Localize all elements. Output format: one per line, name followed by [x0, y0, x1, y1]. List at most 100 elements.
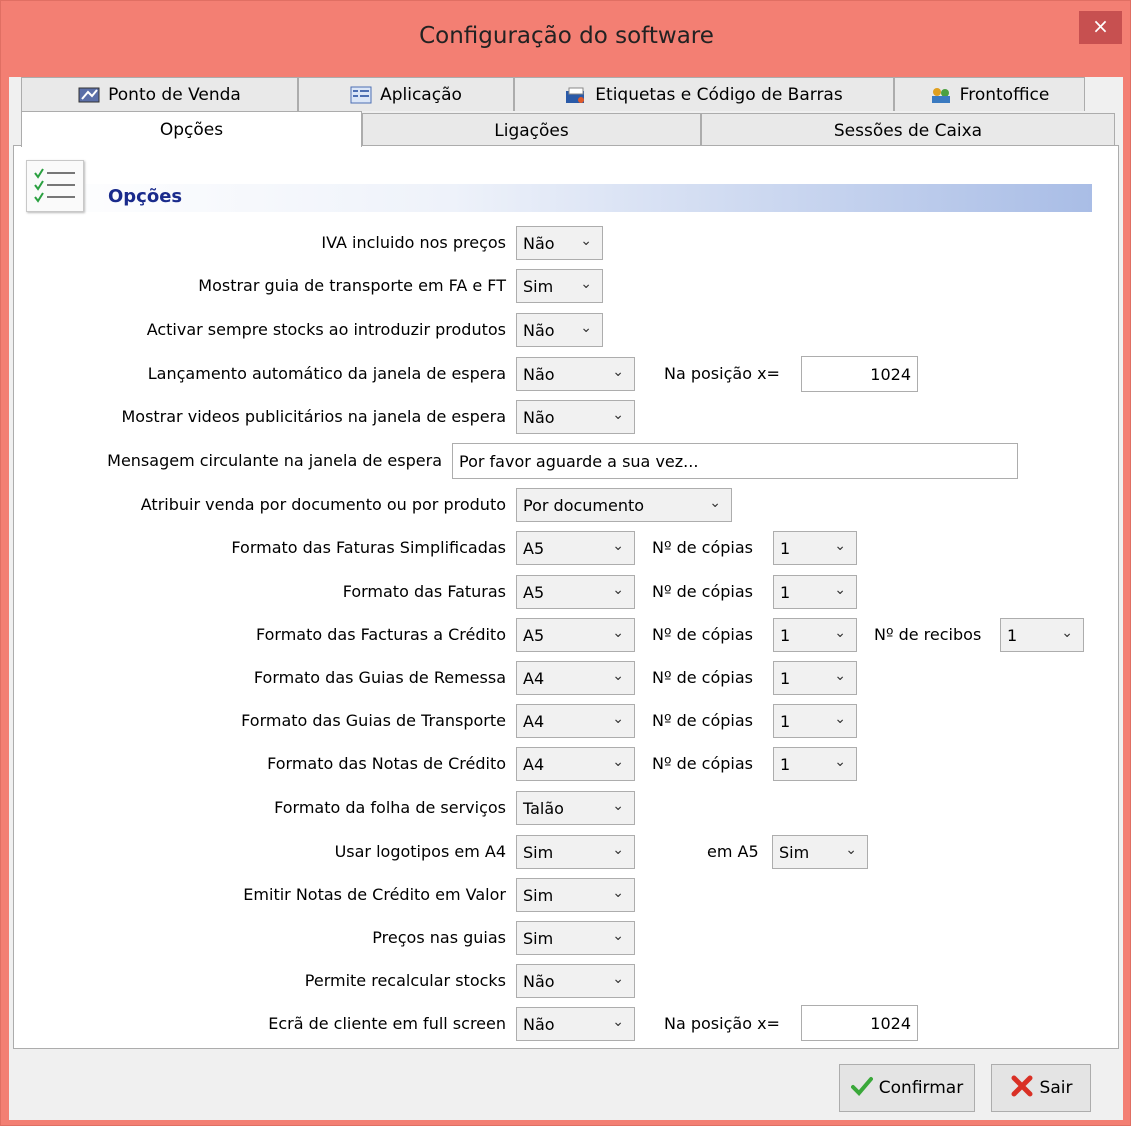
tab-label: Sessões de Caixa: [833, 120, 983, 141]
guia-label: Mostrar guia de transporte em FA e FT: [198, 276, 506, 295]
gr-copies-label: Nº de cópias: [652, 668, 754, 687]
recibos-select[interactable]: 1 ⌄: [1000, 618, 1084, 652]
fc-select[interactable]: A5 ⌄: [516, 618, 635, 652]
section-header: Opções: [24, 184, 1092, 212]
chevron-down-icon: ⌄: [612, 842, 624, 858]
stocks-select[interactable]: Não ⌄: [516, 313, 603, 347]
close-button[interactable]: ×: [1079, 11, 1122, 44]
select-value: Sim: [523, 886, 554, 905]
checklist-icon: [26, 160, 84, 212]
atribuir-select[interactable]: Por documento ⌄: [516, 488, 732, 522]
select-value: Sim: [523, 277, 554, 296]
gt-copies-label: Nº de cópias: [652, 711, 754, 730]
gr-label: Formato das Guias de Remessa: [253, 668, 506, 687]
iva-label: IVA incluido nos preços: [321, 233, 506, 252]
fc-copies-select[interactable]: 1 ⌄: [773, 618, 857, 652]
gr-select[interactable]: A4 ⌄: [516, 661, 635, 695]
nc-select[interactable]: A4 ⌄: [516, 747, 635, 781]
tab-etiquetas[interactable]: Etiquetas e Código de Barras: [514, 77, 894, 111]
mensagem-input[interactable]: Por favor aguarde a sua vez...: [452, 443, 1018, 479]
select-value: Não: [523, 234, 555, 253]
ft-copies-label: Nº de cópias: [652, 582, 754, 601]
select-value: Sim: [523, 843, 554, 862]
nc-copies-select[interactable]: 1 ⌄: [773, 747, 857, 781]
chevron-down-icon: ⌄: [612, 364, 624, 380]
barcode-icon: [565, 86, 587, 104]
logo-a5-label: em A5: [707, 842, 759, 861]
tab-label: Ponto de Venda: [108, 84, 241, 105]
input-value: 1024: [870, 1014, 911, 1033]
fc-copies-label: Nº de cópias: [652, 625, 754, 644]
options-panel: Opções IVA incluido nos preços Não ⌄ Most…: [13, 145, 1119, 1049]
chevron-down-icon: ⌄: [612, 538, 624, 554]
exit-label: Sair: [1039, 1078, 1073, 1098]
gt-select[interactable]: A4 ⌄: [516, 704, 635, 738]
ecra-pos-label: Na posição x=: [664, 1014, 780, 1033]
iva-select[interactable]: Não ⌄: [516, 226, 603, 260]
ecra-select[interactable]: Não ⌄: [516, 1007, 635, 1041]
title-bar[interactable]: Configuração do software ×: [1, 1, 1131, 77]
ecra-label: Ecrã de cliente em full screen: [268, 1014, 506, 1033]
tab-sessoes-de-caixa[interactable]: Sessões de Caixa: [701, 113, 1115, 147]
chevron-down-icon: ⌄: [845, 842, 857, 858]
select-value: Por documento: [523, 496, 645, 515]
fs-select[interactable]: A5 ⌄: [516, 531, 635, 565]
exit-button[interactable]: Sair: [991, 1064, 1091, 1112]
ft-select[interactable]: A5 ⌄: [516, 575, 635, 609]
folha-label: Formato da folha de serviços: [274, 798, 506, 817]
tab-frontoffice[interactable]: Frontoffice: [894, 77, 1085, 111]
select-value: A4: [523, 755, 545, 774]
ft-copies-select[interactable]: 1 ⌄: [773, 575, 857, 609]
tab-aplicacao[interactable]: Aplicação: [298, 77, 514, 111]
precos-select[interactable]: Sim ⌄: [516, 921, 635, 955]
chevron-down-icon: ⌄: [612, 971, 624, 987]
gr-copies-select[interactable]: 1 ⌄: [773, 661, 857, 695]
videos-select[interactable]: Não ⌄: [516, 400, 635, 434]
tab-ponto-de-venda[interactable]: Ponto de Venda: [21, 77, 298, 111]
chevron-down-icon: ⌄: [612, 754, 624, 770]
chevron-down-icon: ⌄: [612, 1014, 624, 1030]
chevron-down-icon: ⌄: [834, 625, 846, 641]
chevron-down-icon: ⌄: [834, 711, 846, 727]
logo-a4-select[interactable]: Sim ⌄: [516, 835, 635, 869]
chevron-down-icon: ⌄: [612, 668, 624, 684]
chevron-down-icon: ⌄: [580, 320, 592, 336]
pos-icon: [78, 86, 100, 104]
recalc-label: Permite recalcular stocks: [304, 971, 506, 990]
select-value: Não: [523, 321, 555, 340]
ft-label: Formato das Faturas: [342, 582, 506, 601]
confirm-button[interactable]: Confirmar: [839, 1064, 975, 1112]
confirm-label: Confirmar: [878, 1078, 964, 1098]
chevron-down-icon: ⌄: [580, 276, 592, 292]
gt-copies-select[interactable]: 1 ⌄: [773, 704, 857, 738]
select-value: 1: [780, 626, 791, 645]
app-icon: [350, 86, 372, 104]
emitir-select[interactable]: Sim ⌄: [516, 878, 635, 912]
nc-copies-label: Nº de cópias: [652, 754, 754, 773]
tab-opcoes[interactable]: Opções: [21, 111, 362, 147]
fs-copies-label: Nº de cópias: [652, 538, 754, 557]
atribuir-label: Atribuir venda por documento ou por prod…: [140, 495, 506, 514]
chevron-down-icon: ⌄: [709, 495, 721, 511]
check-icon: [850, 1076, 873, 1101]
select-value: 1: [780, 755, 791, 774]
fc-label: Formato das Facturas a Crédito: [256, 625, 506, 644]
tab-ligacoes[interactable]: Ligações: [362, 113, 701, 147]
tab-label: Opções: [159, 119, 224, 140]
logo-label: Usar logotipos em A4: [334, 842, 506, 861]
chevron-down-icon: ⌄: [612, 885, 624, 901]
ecra-pos-input[interactable]: 1024: [801, 1005, 918, 1041]
input-value: 1024: [870, 365, 911, 384]
input-value: Por favor aguarde a sua vez...: [459, 452, 699, 471]
lancamento-pos-label: Na posição x=: [664, 364, 780, 383]
fs-label: Formato das Faturas Simplificadas: [231, 538, 506, 557]
fs-copies-select[interactable]: 1 ⌄: [773, 531, 857, 565]
chevron-down-icon: ⌄: [834, 538, 846, 554]
recalc-select[interactable]: Não ⌄: [516, 964, 635, 998]
folha-select[interactable]: Talão ⌄: [516, 791, 635, 825]
lancamento-pos-input[interactable]: 1024: [801, 356, 918, 392]
logo-a5-select[interactable]: Sim ⌄: [772, 835, 868, 869]
chevron-down-icon: ⌄: [580, 233, 592, 249]
lancamento-select[interactable]: Não ⌄: [516, 357, 635, 391]
guia-select[interactable]: Sim ⌄: [516, 269, 603, 303]
